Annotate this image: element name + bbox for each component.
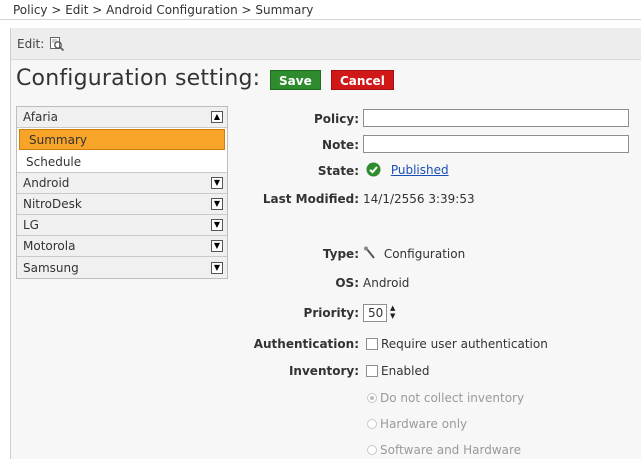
chevron-down-icon[interactable]: ▼ <box>211 198 223 210</box>
sidebar-group-label: LG <box>23 218 39 232</box>
sidebar-group-lg[interactable]: LG ▼ <box>17 215 227 236</box>
require-auth-text: Require user authentication <box>381 337 548 351</box>
sidebar-group-label: Afaria <box>23 110 58 124</box>
sidebar-group-motorola[interactable]: Motorola ▼ <box>17 236 227 257</box>
sidebar-group-label: Motorola <box>23 239 76 253</box>
radio-hardware-only[interactable]: Hardware only <box>367 417 467 431</box>
type-label: Type: <box>322 247 359 261</box>
os-value: Android <box>363 276 410 290</box>
state-value: Published <box>366 162 449 177</box>
sidebar: Afaria ▲ Summary Schedule Android ▼ Nitr… <box>16 106 228 279</box>
radio-button[interactable] <box>367 419 377 429</box>
sidebar-group-afaria[interactable]: Afaria ▲ <box>17 107 227 128</box>
chevron-up-icon[interactable]: ▲ <box>211 111 223 123</box>
sidebar-group-samsung[interactable]: Samsung ▼ <box>17 257 227 278</box>
sidebar-group-label: NitroDesk <box>23 197 82 211</box>
content-frame: Edit: Configuration setting: Save Cancel… <box>10 28 641 459</box>
os-label: OS: <box>335 276 359 290</box>
state-label: State: <box>317 164 359 178</box>
wrench-icon <box>364 246 375 259</box>
sidebar-group-label: Samsung <box>23 260 79 275</box>
sidebar-group-nitrodesk[interactable]: NitroDesk ▼ <box>17 194 227 215</box>
inventory-enabled-checkbox[interactable] <box>366 365 378 377</box>
radio-no-inventory[interactable]: Do not collect inventory <box>367 391 524 405</box>
type-text: Configuration <box>383 247 466 261</box>
page-title: Configuration setting: <box>16 66 261 91</box>
preview-icon[interactable] <box>49 36 65 52</box>
edit-label: Edit: <box>17 36 45 51</box>
inventory-enabled-text: Enabled <box>381 364 430 378</box>
radio-label: Software and Hardware <box>380 443 522 457</box>
chevron-down-icon[interactable]: ▼ <box>211 240 223 252</box>
sidebar-group-label: Android <box>23 176 70 190</box>
inventory-option: Enabled <box>366 364 430 378</box>
authentication-option: Require user authentication <box>366 337 548 351</box>
sidebar-item-schedule[interactable]: Schedule <box>17 151 227 173</box>
note-input[interactable] <box>363 135 629 153</box>
inventory-label: Inventory: <box>288 364 359 378</box>
radio-button[interactable] <box>367 445 377 455</box>
sidebar-item-label: Summary <box>29 132 87 147</box>
policy-label: Policy: <box>314 112 359 126</box>
note-label: Note: <box>322 138 359 152</box>
priority-label: Priority: <box>303 306 359 320</box>
cancel-button[interactable]: Cancel <box>331 70 394 90</box>
radio-button[interactable] <box>367 393 377 403</box>
authentication-label: Authentication: <box>253 337 359 351</box>
priority-stepper[interactable]: 50 <box>363 304 387 322</box>
radio-label: Hardware only <box>380 417 468 431</box>
sidebar-item-summary[interactable]: Summary <box>19 129 225 150</box>
chevron-down-icon[interactable]: ▼ <box>211 261 223 274</box>
radio-software-hardware[interactable]: Software and Hardware <box>367 443 521 457</box>
chevron-down-icon[interactable]: ▼ <box>211 219 223 231</box>
edit-toolbar: Edit: <box>11 28 641 60</box>
type-value: Configuration <box>363 246 465 261</box>
sidebar-item-label: Schedule <box>26 154 82 169</box>
published-link[interactable]: Published <box>391 163 449 177</box>
save-button[interactable]: Save <box>270 70 321 90</box>
stepper-arrows-icon[interactable]: ▲ ▼ <box>390 304 398 322</box>
require-auth-checkbox[interactable] <box>366 338 378 350</box>
check-circle-icon <box>366 162 381 177</box>
breadcrumb: Policy > Edit > Android Configuration > … <box>0 0 641 20</box>
chevron-down-icon[interactable]: ▼ <box>211 177 223 189</box>
last-modified-value: 14/1/2556 3:39:53 <box>363 192 475 206</box>
last-modified-label: Last Modified: <box>262 192 359 206</box>
sidebar-group-android[interactable]: Android ▼ <box>17 173 227 194</box>
radio-label: Do not collect inventory <box>380 391 525 405</box>
policy-input[interactable] <box>363 109 629 127</box>
